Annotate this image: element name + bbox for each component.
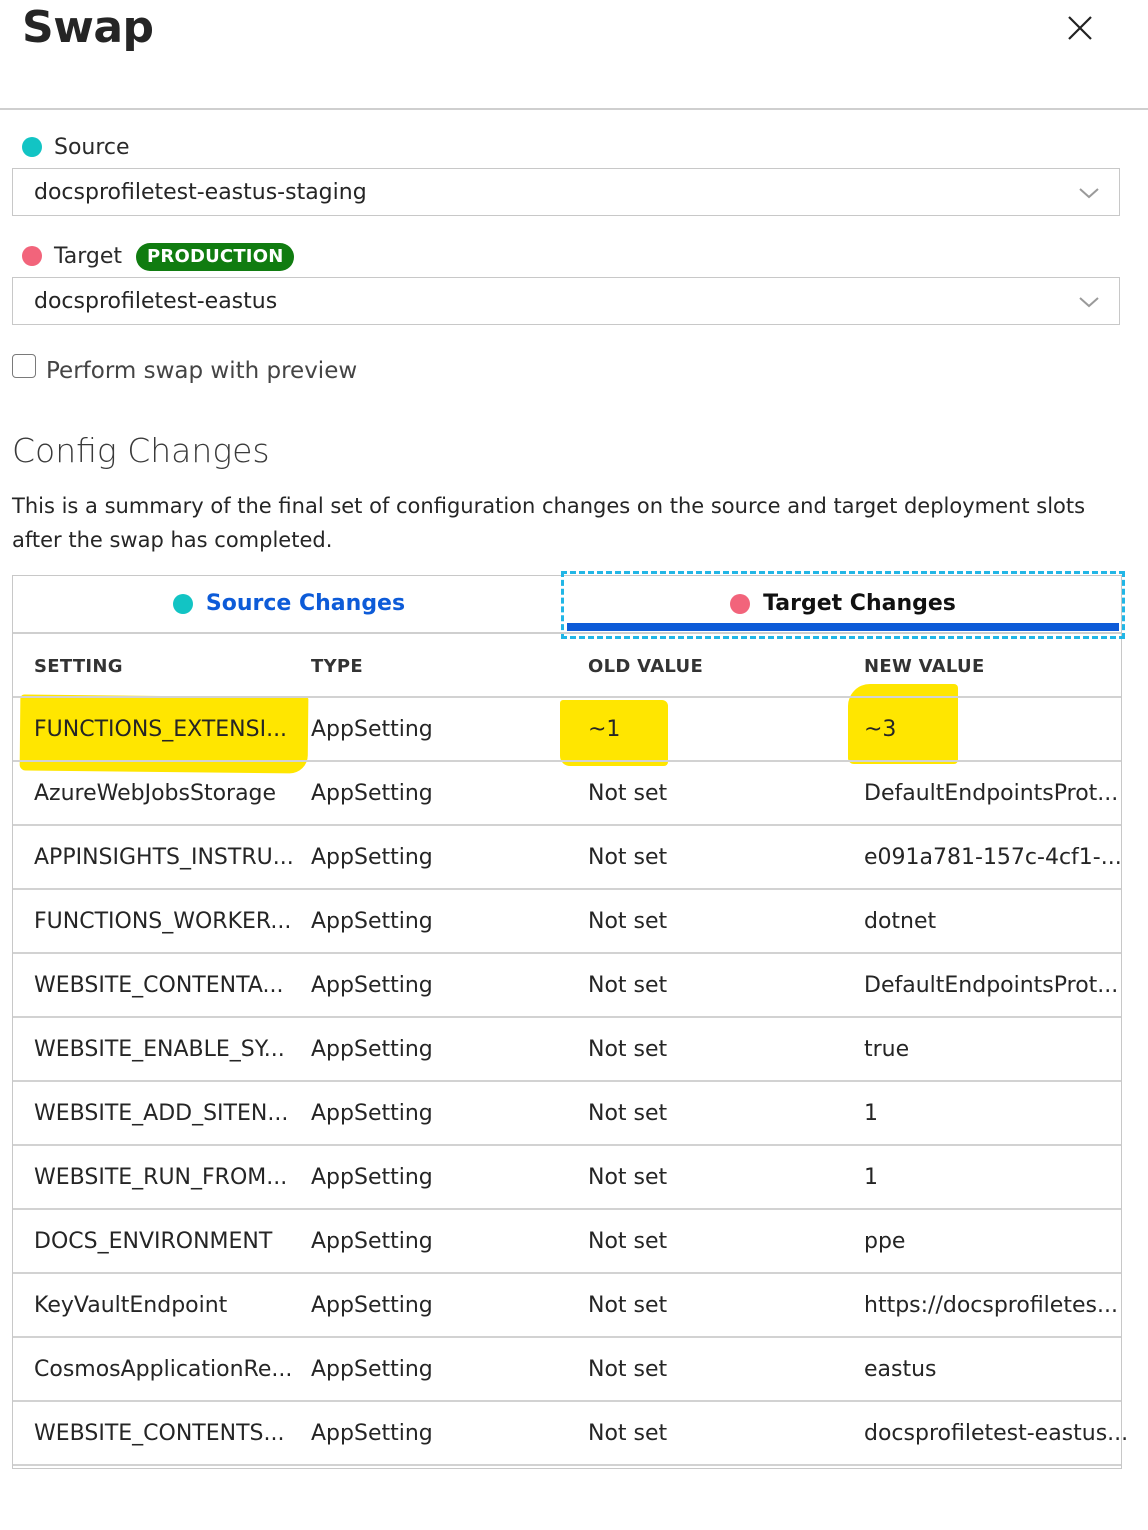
type-cell: AppSetting: [311, 1229, 433, 1254]
source-dot-icon: [22, 137, 42, 157]
swap-preview-label[interactable]: Perform swap with preview: [46, 356, 357, 386]
table-row: DOCS_ENVIRONMENT AppSetting Not set ppe: [13, 1210, 1121, 1274]
type-cell: AppSetting: [311, 1357, 433, 1382]
type-cell: AppSetting: [311, 1421, 433, 1446]
new-value-cell: https://docsprofiletes...: [864, 1293, 1118, 1318]
type-cell: AppSetting: [311, 1293, 433, 1318]
column-header-type: TYPE: [311, 656, 364, 677]
table-row: FUNCTIONS_EXTENSI... AppSetting ~1 ~3: [13, 698, 1121, 762]
close-icon[interactable]: [1062, 10, 1098, 46]
old-value-cell: Not set: [588, 1037, 668, 1062]
table-row: WEBSITE_CONTENTS... AppSetting Not set docs…: [13, 1402, 1128, 1466]
type-cell: AppSetting: [311, 973, 433, 998]
type-cell: AppSetting: [311, 909, 433, 934]
chevron-down-icon: [1079, 297, 1099, 308]
setting-cell: WEBSITE_CONTENTS...: [34, 1421, 285, 1446]
target-label: Target: [54, 244, 123, 269]
setting-cell: FUNCTIONS_WORKER...: [34, 909, 292, 934]
tab-focus-outline: [561, 571, 1125, 639]
old-value-cell: Not set: [588, 973, 668, 998]
source-dot-icon: [172, 594, 193, 614]
chevron-down-icon: [1079, 188, 1099, 199]
column-header-new-value: NEW VALUE: [864, 656, 985, 677]
setting-cell: KeyVaultEndpoint: [34, 1293, 228, 1318]
type-cell: AppSetting: [311, 845, 433, 870]
panel-title: Swap: [22, 2, 154, 53]
new-value-cell: docsprofiletest-eastus...: [864, 1421, 1129, 1446]
target-dot-icon: [22, 246, 42, 266]
target-slot-value: docsprofiletest-eastus: [34, 289, 278, 314]
table-row: AzureWebJobsStorage AppSetting Not set Defa…: [13, 762, 1121, 826]
type-cell: AppSetting: [311, 1165, 433, 1190]
setting-cell: WEBSITE_ENABLE_SY...: [34, 1037, 285, 1062]
tab-source-changes[interactable]: Source Changes: [14, 576, 564, 632]
old-value-cell: Not set: [588, 1421, 668, 1446]
setting-cell: WEBSITE_RUN_FROM...: [34, 1165, 288, 1190]
setting-cell: DOCS_ENVIRONMENT: [34, 1229, 273, 1254]
tab-label: Source Changes: [205, 591, 406, 616]
setting-cell: FUNCTIONS_EXTENSI...: [34, 717, 288, 742]
old-value-cell: Not set: [588, 845, 668, 870]
new-value-cell: dotnet: [864, 909, 937, 934]
new-value-cell: ~3: [864, 717, 897, 742]
target-slot-dropdown[interactable]: docsprofiletest-eastus: [12, 277, 1120, 325]
setting-cell: APPINSIGHTS_INSTRU...: [34, 845, 294, 870]
type-cell: AppSetting: [311, 781, 433, 806]
table-row: WEBSITE_CONTENTA... AppSetting Not set Defa…: [13, 954, 1121, 1018]
old-value-cell: Not set: [588, 781, 668, 806]
tab-divider: [13, 632, 1121, 634]
old-value-cell: Not set: [588, 909, 668, 934]
table-row: WEBSITE_RUN_FROM... AppSetting Not set 1: [13, 1146, 1121, 1210]
table-row: WEBSITE_ENABLE_SY... AppSetting Not set tru…: [13, 1018, 1121, 1082]
table-row: WEBSITE_ADD_SITEN... AppSetting Not set 1: [13, 1082, 1121, 1146]
new-value-cell: DefaultEndpointsProt...: [864, 781, 1119, 806]
row-divider: [13, 1464, 1121, 1466]
new-value-cell: e091a781-157c-4cf1-...: [864, 845, 1122, 870]
source-slot-dropdown[interactable]: docsprofiletest-eastus-staging: [12, 168, 1120, 216]
new-value-cell: 1: [864, 1165, 878, 1190]
type-cell: AppSetting: [311, 717, 433, 742]
new-value-cell: 1: [864, 1101, 878, 1126]
config-changes-description: This is a summary of the final set of co…: [12, 494, 1086, 552]
column-header-old-value: OLD VALUE: [588, 656, 704, 677]
header-divider: [0, 108, 1148, 110]
column-header-setting: SETTING: [34, 656, 123, 677]
table-row: FUNCTIONS_WORKER... AppSetting Not set dotn…: [13, 890, 1121, 954]
old-value-cell: Not set: [588, 1229, 668, 1254]
source-slot-value: docsprofiletest-eastus-staging: [34, 180, 367, 205]
old-value-cell: Not set: [588, 1293, 668, 1318]
old-value-cell: Not set: [588, 1101, 668, 1126]
production-badge: PRODUCTION: [136, 243, 295, 271]
old-value-cell: Not set: [588, 1357, 668, 1382]
table-row: APPINSIGHTS_INSTRU... AppSetting Not set e0…: [13, 826, 1122, 890]
setting-cell: WEBSITE_CONTENTA...: [34, 973, 284, 998]
old-value-cell: Not set: [588, 1165, 668, 1190]
new-value-cell: true: [864, 1037, 910, 1062]
source-label: Source: [54, 135, 130, 160]
table-row: CosmosApplicationRe... AppSetting Not set e…: [13, 1338, 1121, 1402]
type-cell: AppSetting: [311, 1037, 433, 1062]
new-value-cell: ppe: [864, 1229, 906, 1254]
config-changes-heading: Config Changes: [12, 431, 270, 470]
new-value-cell: eastus: [864, 1357, 937, 1382]
new-value-cell: DefaultEndpointsProt...: [864, 973, 1119, 998]
setting-cell: CosmosApplicationRe...: [34, 1357, 293, 1382]
setting-cell: WEBSITE_ADD_SITEN...: [34, 1101, 289, 1126]
old-value-cell: ~1: [588, 717, 621, 742]
swap-preview-checkbox[interactable]: [12, 354, 36, 378]
setting-cell: AzureWebJobsStorage: [34, 781, 277, 806]
type-cell: AppSetting: [311, 1101, 433, 1126]
table-row: KeyVaultEndpoint AppSetting Not set https:/…: [13, 1274, 1121, 1338]
